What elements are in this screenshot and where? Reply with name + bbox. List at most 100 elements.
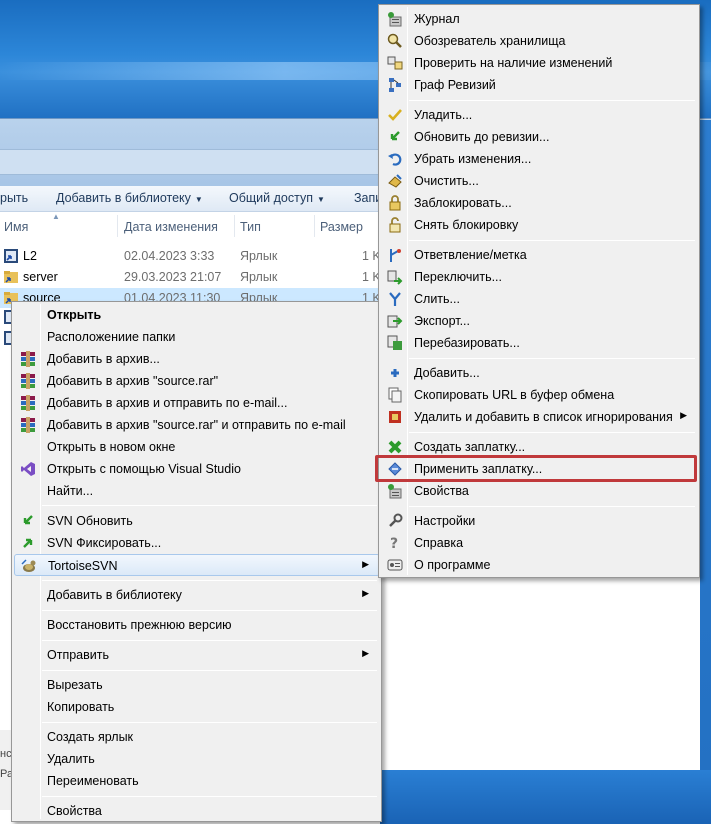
menu-item-cut[interactable]: Вырезать [14, 674, 379, 696]
menu-item-label: Удалить и добавить в список игнорировани… [414, 410, 673, 424]
menu-item-label: Заблокировать... [414, 196, 512, 210]
menu-item-tortoisesvn[interactable]: TortoiseSVN ▶ [14, 554, 380, 576]
menu-item-create-shortcut[interactable]: Создать ярлык [14, 726, 379, 748]
svn-item-switch[interactable]: Переключить... [381, 266, 697, 288]
menu-item-find[interactable]: Найти... [14, 480, 379, 502]
ignore-icon [387, 409, 403, 425]
svn-item-help[interactable]: ? Справка [381, 532, 697, 554]
file-name: L2 [23, 249, 37, 263]
menu-item-label: О программе [414, 558, 491, 572]
add-icon [387, 365, 403, 381]
svn-item-about[interactable]: О программе [381, 554, 697, 576]
desktop-background-bottom [380, 770, 711, 824]
menu-item-rename[interactable]: Переименовать [14, 770, 379, 792]
file-row-server[interactable]: server 29.03.2023 21:07 Ярлык 1 K [0, 267, 381, 287]
menu-item-label: Добавить в архив "source.rar" и отправит… [47, 418, 346, 432]
svn-item-add[interactable]: Добавить... [381, 362, 697, 384]
share-button[interactable]: Общий доступ ▼ [229, 191, 325, 205]
menu-item-svn-update[interactable]: SVN Обновить [14, 510, 379, 532]
separator [42, 722, 377, 723]
menu-item-open[interactable]: Открыть [14, 304, 379, 326]
menu-item-add-to-library[interactable]: Добавить в библиотеку ▶ [14, 584, 379, 606]
menu-item-add-to-source-rar[interactable]: Добавить в архив "source.rar" [14, 370, 379, 392]
menu-item-label: Переименовать [47, 774, 139, 788]
menu-item-delete[interactable]: Удалить [14, 748, 379, 770]
log-icon [387, 11, 403, 27]
sort-arrow-icon: ▲ [52, 212, 60, 221]
svn-item-revision-graph[interactable]: Граф Ревизий [381, 74, 697, 96]
highlight-box [375, 455, 697, 482]
menu-item-open-visual-studio[interactable]: Открыть с помощью Visual Studio [14, 458, 379, 480]
svn-item-revert[interactable]: Убрать изменения... [381, 148, 697, 170]
menu-item-label: Найти... [47, 484, 94, 498]
copy-url-icon [387, 387, 403, 403]
submenu-arrow-icon: ▶ [680, 410, 687, 420]
visual-studio-icon [20, 461, 36, 477]
column-date[interactable]: Дата изменения [124, 220, 218, 234]
menu-item-label: SVN Фиксировать... [47, 536, 162, 550]
menu-item-label: Обновить до ревизии... [414, 130, 550, 144]
menu-item-copy[interactable]: Копировать [14, 696, 379, 718]
menu-item-label: Убрать изменения... [414, 152, 532, 166]
menu-item-open-folder-location[interactable]: Расположениие папки [14, 326, 379, 348]
menu-item-add-to-archive-email[interactable]: Добавить в архив и отправить по e-mail..… [14, 392, 379, 414]
update-to-revision-icon [387, 129, 403, 145]
add-to-library-button[interactable]: Добавить в библиотеку ▼ [56, 191, 203, 205]
svn-item-branch-tag[interactable]: Ответвление/метка [381, 244, 697, 266]
menu-item-restore-previous-versions[interactable]: Восстановить прежнюю версию [14, 614, 379, 636]
folder-shortcut-icon [4, 270, 18, 284]
separator [409, 100, 695, 101]
svn-item-log[interactable]: Журнал [381, 8, 697, 30]
file-type: Ярлык [240, 270, 278, 284]
merge-icon [387, 291, 403, 307]
check-modifications-icon [387, 55, 403, 71]
menu-item-open-new-window[interactable]: Открыть в новом окне [14, 436, 379, 458]
context-menu: Открыть Расположениие папки Добавить в а… [11, 301, 382, 822]
column-type[interactable]: Тип [240, 220, 261, 234]
svn-item-check-modifications[interactable]: Проверить на наличие изменений [381, 52, 697, 74]
cleanup-icon [387, 173, 403, 189]
svg-text:?: ? [390, 536, 398, 551]
open-button[interactable]: рыть [0, 191, 28, 205]
svn-item-release-lock[interactable]: Снять блокировку [381, 214, 697, 236]
about-icon [387, 557, 403, 573]
svn-item-delete-and-ignore[interactable]: Удалить и добавить в список игнорировани… [381, 406, 697, 428]
menu-item-properties[interactable]: Свойства [14, 800, 379, 822]
svn-item-merge[interactable]: Слить... [381, 288, 697, 310]
svn-item-properties[interactable]: Свойства [381, 480, 697, 502]
menu-item-label: Экспорт... [414, 314, 470, 328]
svn-item-copy-url[interactable]: Скопировать URL в буфер обмена [381, 384, 697, 406]
shortcut-icon [4, 249, 18, 263]
winrar-icon [20, 351, 36, 367]
svn-item-repo-browser[interactable]: Обозреватель хранилища [381, 30, 697, 52]
menu-item-label: Удалить [47, 752, 95, 766]
file-type: Ярлык [240, 249, 278, 263]
svn-item-cleanup[interactable]: Очистить... [381, 170, 697, 192]
svn-item-settings[interactable]: Настройки [381, 510, 697, 532]
menu-item-add-to-source-rar-email[interactable]: Добавить в архив "source.rar" и отправит… [14, 414, 379, 436]
dropdown-arrow-icon: ▼ [194, 195, 203, 204]
separator [409, 240, 695, 241]
svn-item-update-to-revision[interactable]: Обновить до ревизии... [381, 126, 697, 148]
file-row-l2[interactable]: L2 02.04.2023 3:33 Ярлык 1 K [0, 246, 381, 266]
submenu-arrow-icon: ▶ [362, 559, 369, 569]
submenu-arrow-icon: ▶ [362, 588, 369, 598]
svn-item-export[interactable]: Экспорт... [381, 310, 697, 332]
menu-item-svn-commit[interactable]: SVN Фиксировать... [14, 532, 379, 554]
menu-item-label: Справка [414, 536, 464, 550]
file-name: server [23, 270, 58, 284]
menu-item-send-to[interactable]: Отправить ▶ [14, 644, 379, 666]
menu-item-label: Перебазировать... [414, 336, 520, 350]
export-icon [387, 313, 403, 329]
svn-item-relocate[interactable]: Перебазировать... [381, 332, 697, 354]
menu-item-label: Свойства [47, 804, 102, 818]
column-name[interactable]: Имя [4, 220, 28, 234]
resolve-icon [387, 107, 403, 123]
switch-icon [387, 269, 403, 285]
column-size[interactable]: Размер [320, 220, 363, 234]
svn-item-resolve[interactable]: Уладить... [381, 104, 697, 126]
separator [234, 215, 235, 237]
menu-item-add-to-archive[interactable]: Добавить в архив... [14, 348, 379, 370]
help-icon: ? [387, 535, 403, 551]
svn-item-get-lock[interactable]: Заблокировать... [381, 192, 697, 214]
